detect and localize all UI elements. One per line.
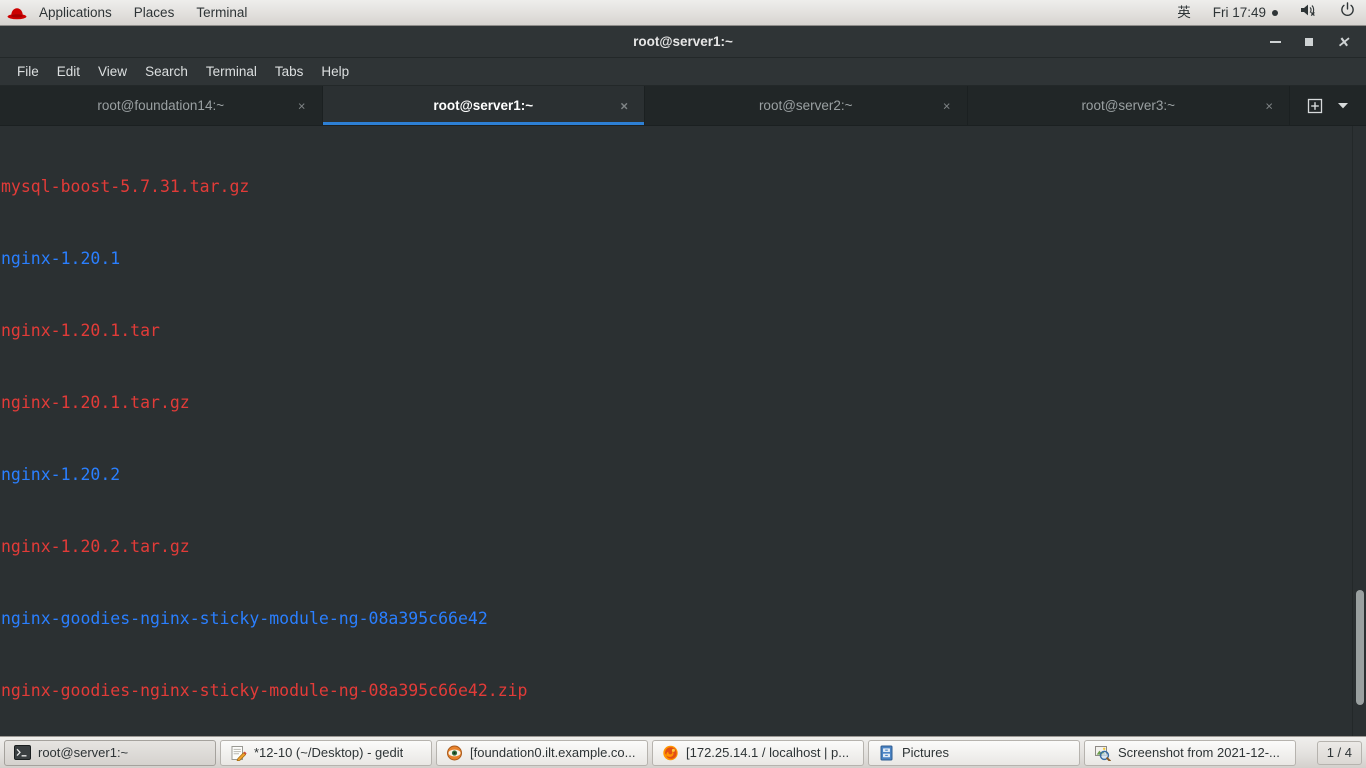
tab-close-icon[interactable]: × bbox=[620, 98, 628, 113]
taskbar-item-label: [172.25.14.1 / localhost | p... bbox=[686, 745, 850, 760]
terminal-window: root@server1:~ ✕ File Edit View Search T… bbox=[0, 26, 1366, 736]
terminal-line: nginx-1.20.2.tar.gz bbox=[1, 537, 190, 556]
top-panel-places[interactable]: Places bbox=[123, 0, 186, 25]
taskbar-item-terminal[interactable]: root@server1:~ bbox=[4, 739, 216, 766]
window-title: root@server1:~ bbox=[633, 34, 733, 49]
menu-help[interactable]: Help bbox=[312, 58, 358, 86]
tab-label: root@foundation14:~ bbox=[97, 98, 225, 113]
taskbar-item-label: Screenshot from 2021-12-... bbox=[1118, 745, 1280, 760]
window-title-bar[interactable]: root@server1:~ ✕ bbox=[0, 26, 1366, 58]
workspace-label: 1 / 4 bbox=[1326, 745, 1352, 760]
firefox-icon bbox=[661, 744, 679, 762]
taskbar-item-screenshot[interactable]: Screenshot from 2021-12-... bbox=[1084, 739, 1296, 766]
terminal-line: nginx-goodies-nginx-sticky-module-ng-08a… bbox=[1, 609, 488, 628]
notification-dot-icon bbox=[1272, 10, 1278, 16]
input-method-indicator[interactable]: 英 bbox=[1166, 0, 1202, 25]
tab-bar: root@foundation14:~ × root@server1:~ × r… bbox=[0, 86, 1366, 126]
taskbar-item-vnc[interactable]: [foundation0.ilt.example.co... bbox=[436, 739, 648, 766]
terminal-line: nginx-1.20.1.tar bbox=[1, 321, 160, 340]
tab-bar-tools bbox=[1290, 86, 1366, 125]
tab-label: root@server1:~ bbox=[433, 98, 534, 113]
top-panel-status-area: 英 Fri 17:49 bbox=[1166, 0, 1366, 25]
new-tab-icon[interactable] bbox=[1307, 98, 1323, 114]
tab-close-icon[interactable]: × bbox=[1265, 98, 1273, 113]
files-icon bbox=[877, 744, 895, 762]
power-icon[interactable] bbox=[1329, 0, 1366, 25]
maximize-icon bbox=[1305, 37, 1313, 46]
tab-close-icon[interactable]: × bbox=[943, 98, 951, 113]
menu-file[interactable]: File bbox=[8, 58, 48, 86]
menu-tabs[interactable]: Tabs bbox=[266, 58, 313, 86]
terminal-line: nginx-1.20.2 bbox=[1, 465, 121, 484]
volume-muted-icon[interactable] bbox=[1289, 0, 1329, 25]
tab-root-foundation14[interactable]: root@foundation14:~ × bbox=[0, 86, 323, 125]
vnc-icon bbox=[445, 744, 463, 762]
taskbar-item-label: *12-10 (~/Desktop) - gedit bbox=[254, 745, 404, 760]
menu-edit[interactable]: Edit bbox=[48, 58, 89, 86]
terminal-icon bbox=[13, 744, 31, 762]
gnome-top-panel: Applications Places Terminal 英 Fri 17:49 bbox=[0, 0, 1366, 26]
chevron-down-icon[interactable] bbox=[1337, 101, 1349, 110]
close-button[interactable]: ✕ bbox=[1326, 29, 1360, 55]
top-panel-terminal[interactable]: Terminal bbox=[185, 0, 258, 25]
gedit-icon bbox=[229, 744, 247, 762]
menu-search[interactable]: Search bbox=[136, 58, 197, 86]
terminal-line: nginx-goodies-nginx-sticky-module-ng-08a… bbox=[1, 681, 528, 700]
maximize-button[interactable] bbox=[1292, 29, 1326, 55]
menu-bar: File Edit View Search Terminal Tabs Help bbox=[0, 58, 1366, 86]
close-icon: ✕ bbox=[1337, 33, 1349, 50]
terminal-line: nginx-1.20.1.tar.gz bbox=[1, 393, 190, 412]
tab-root-server3[interactable]: root@server3:~ × bbox=[967, 86, 1290, 125]
clock-label: Fri 17:49 bbox=[1212, 5, 1266, 20]
tab-root-server1[interactable]: root@server1:~ × bbox=[322, 86, 645, 125]
clock[interactable]: Fri 17:49 bbox=[1202, 0, 1289, 25]
terminal-output-area[interactable]: mysql-boost-5.7.31.tar.gz nginx-1.20.1 n… bbox=[0, 126, 1366, 736]
terminal-line: mysql-boost-5.7.31.tar.gz bbox=[1, 177, 250, 196]
minimize-icon bbox=[1269, 40, 1281, 43]
taskbar-item-firefox[interactable]: [172.25.14.1 / localhost | p... bbox=[652, 739, 864, 766]
minimize-button[interactable] bbox=[1258, 29, 1292, 55]
taskbar-item-label: [foundation0.ilt.example.co... bbox=[470, 745, 636, 760]
scrollbar-thumb[interactable] bbox=[1356, 589, 1364, 706]
window-controls: ✕ bbox=[1258, 29, 1360, 55]
taskbar-item-label: root@server1:~ bbox=[38, 745, 129, 760]
terminal-line: nginx-1.20.1 bbox=[1, 249, 121, 268]
terminal-scrollbar[interactable] bbox=[1352, 126, 1366, 736]
top-panel-applications[interactable]: Applications bbox=[28, 0, 123, 25]
tab-label: root@server2:~ bbox=[758, 98, 853, 113]
workspace-indicator[interactable]: 1 / 4 bbox=[1316, 740, 1362, 765]
taskbar-item-pictures[interactable]: Pictures bbox=[868, 739, 1080, 766]
menu-terminal[interactable]: Terminal bbox=[197, 58, 266, 86]
tab-close-icon[interactable]: × bbox=[298, 98, 306, 113]
menu-view[interactable]: View bbox=[89, 58, 136, 86]
terminal-text[interactable]: mysql-boost-5.7.31.tar.gz nginx-1.20.1 n… bbox=[0, 126, 1352, 736]
taskbar-item-label: Pictures bbox=[902, 745, 949, 760]
taskbar: root@server1:~ *12-10 (~/Desktop) - gedi… bbox=[0, 736, 1366, 768]
redhat-logo-icon[interactable] bbox=[6, 0, 28, 25]
taskbar-item-gedit[interactable]: *12-10 (~/Desktop) - gedit bbox=[220, 739, 432, 766]
tab-root-server2[interactable]: root@server2:~ × bbox=[645, 86, 968, 125]
image-viewer-icon bbox=[1093, 744, 1111, 762]
tab-label: root@server3:~ bbox=[1081, 98, 1176, 113]
